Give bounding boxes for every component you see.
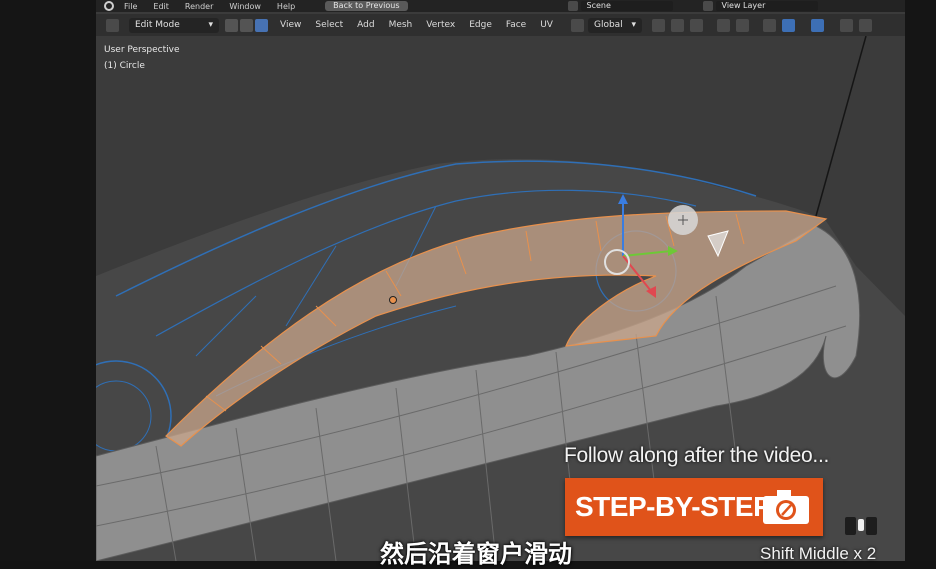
left-letterbox [0,0,96,561]
mode-dropdown[interactable]: Edit Mode ▾ [129,17,219,33]
back-to-previous-button[interactable]: Back to Previous [325,1,408,11]
top-menubar: File Edit Render Window Help Back to Pre… [96,0,905,12]
menu-vertex[interactable]: Vertex [426,20,455,30]
face-select-icon[interactable] [255,18,268,32]
snap-target-icon[interactable] [689,18,703,32]
menu-file[interactable]: File [124,2,137,11]
menu-uv[interactable]: UV [540,20,553,30]
vertex-select-icon[interactable] [225,18,238,32]
menu-render[interactable]: Render [185,2,213,11]
menu-view[interactable]: View [280,20,301,30]
scene-name-field[interactable]: Scene [580,1,673,11]
view-layer-field[interactable]: View Layer [715,1,818,11]
edge-select-icon[interactable] [240,18,253,32]
view-layer-icon[interactable] [702,1,713,11]
viewport-header: Edit Mode ▾ View Select Add Mesh Vertex … [96,14,905,36]
background-edge-line [815,36,867,217]
menu-select[interactable]: Select [315,20,343,30]
menu-edit[interactable]: Edit [153,2,169,11]
step-by-step-label: STEP-BY-STEP [575,491,772,522]
menu-edge[interactable]: Edge [469,20,492,30]
right-letterbox [905,0,936,561]
chevron-down-icon: ▾ [631,20,636,30]
orientation-label: Global [593,20,623,30]
step-by-step-badge[interactable]: STEP-BY-STEP [565,478,823,536]
scene-icon[interactable] [567,1,578,11]
blender-logo-icon[interactable] [104,1,114,11]
visibility-icon[interactable] [762,18,776,32]
gizmo-icon[interactable] [781,18,795,32]
menu-mesh[interactable]: Mesh [389,20,413,30]
mode-label: Edit Mode [135,20,180,30]
menu-add[interactable]: Add [357,20,374,30]
overlay-icon[interactable] [810,18,824,32]
follow-along-text: Follow along after the video... [564,444,830,467]
chinese-subtitle: 然后沿着窗户滑动 [380,540,572,568]
xray-icon[interactable] [839,18,853,32]
transform-orientation-icon [570,18,584,32]
transform-orientation-dropdown[interactable]: Global ▾ [587,17,642,33]
pivot-point-icon[interactable] [651,18,665,32]
falloff-icon[interactable] [735,18,749,32]
editor-type-icon[interactable] [106,18,119,32]
menu-window[interactable]: Window [229,2,261,11]
menu-face[interactable]: Face [506,20,526,30]
camera-icon [763,490,809,524]
menu-help[interactable]: Help [277,2,295,11]
proportional-edit-icon[interactable] [716,18,730,32]
object-origin-dot [389,296,397,304]
snap-icon[interactable] [670,18,684,32]
wireframe-shading-icon[interactable] [858,18,872,32]
mouse-icon [845,517,877,535]
chevron-down-icon: ▾ [208,20,213,30]
keystroke-indicator: Shift Middle x 2 [760,544,877,563]
